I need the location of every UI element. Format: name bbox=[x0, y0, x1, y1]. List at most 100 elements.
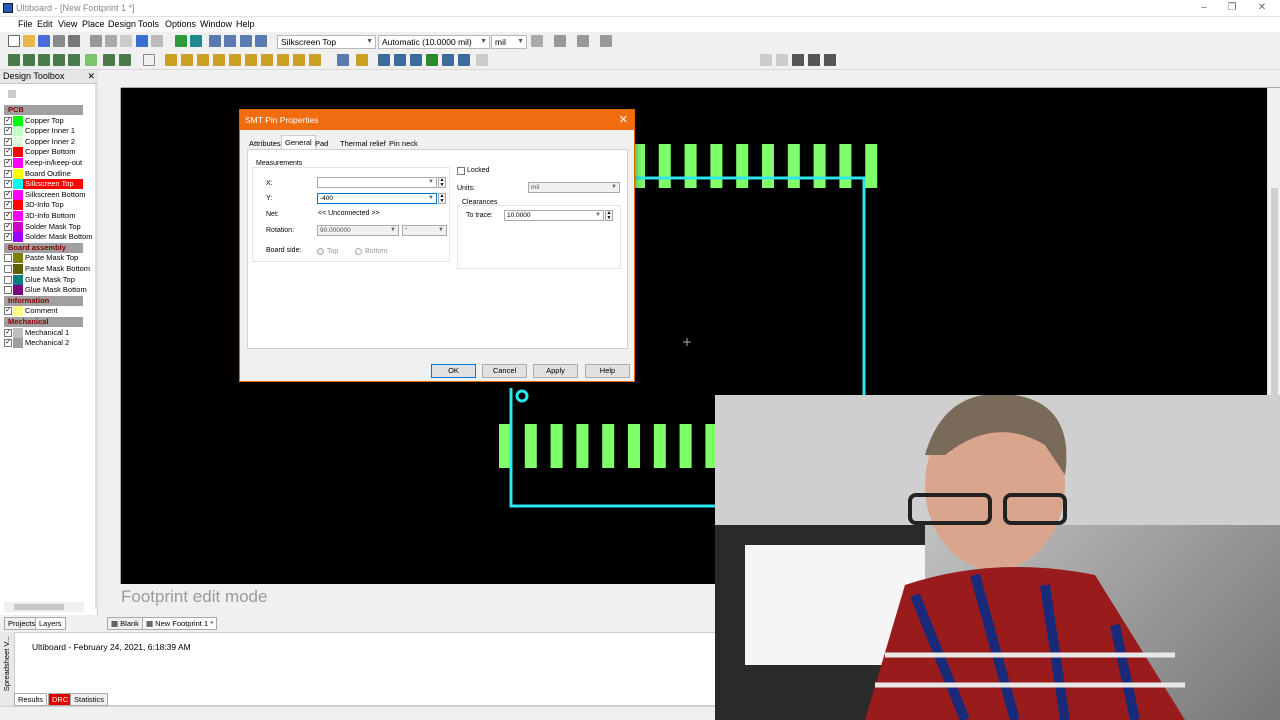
layer-checkbox[interactable] bbox=[4, 254, 12, 263]
grid-select[interactable]: Automatic (10.0000 mil) ▼ bbox=[378, 35, 490, 49]
zoom-in-icon[interactable] bbox=[209, 35, 221, 47]
layer-checkbox[interactable] bbox=[4, 286, 12, 295]
y-spinner[interactable]: ▲ ▼ bbox=[438, 193, 446, 204]
layer-checkbox[interactable]: ✓ bbox=[4, 159, 12, 167]
layer-row[interactable]: Paste Mask Bottom bbox=[4, 264, 90, 274]
cancel-button[interactable]: Cancel bbox=[482, 364, 527, 378]
toolbox-hscroll[interactable] bbox=[4, 602, 84, 612]
align-icon[interactable] bbox=[824, 54, 836, 66]
close-icon[interactable]: ✕ bbox=[619, 113, 628, 126]
layer-checkbox[interactable]: ✓ bbox=[4, 222, 12, 231]
layer-row[interactable]: ✓ Copper Inner 1 bbox=[4, 126, 83, 137]
copy-icon[interactable] bbox=[105, 35, 117, 47]
draw-icon[interactable] bbox=[229, 54, 241, 66]
save-icon[interactable] bbox=[38, 35, 50, 47]
layer-checkbox[interactable]: ✓ bbox=[4, 328, 12, 337]
draw-icon[interactable] bbox=[181, 54, 193, 66]
redo-icon[interactable] bbox=[151, 35, 163, 47]
toolbox-scrollbar[interactable] bbox=[95, 84, 98, 609]
tab-statistics[interactable]: Statistics bbox=[70, 693, 109, 706]
menu-place[interactable]: Place bbox=[80, 19, 107, 29]
rectangle-icon[interactable] bbox=[143, 54, 155, 66]
menu-tools[interactable]: Tools bbox=[136, 19, 161, 29]
layer-checkbox[interactable]: ✓ bbox=[4, 201, 12, 210]
menu-help[interactable]: Help bbox=[234, 19, 257, 29]
rotation-field[interactable]: 90.000000 ▼ bbox=[317, 225, 399, 236]
align-icon[interactable] bbox=[792, 54, 804, 66]
fill-icon[interactable] bbox=[554, 35, 566, 47]
tab-drc[interactable]: DRC bbox=[48, 693, 73, 706]
layer-row[interactable]: ✓ Board Outline bbox=[4, 168, 83, 179]
zoom-selection-icon[interactable] bbox=[255, 35, 267, 47]
tab-new-footprint[interactable]: ▦ New Footprint 1 * bbox=[142, 617, 218, 630]
menu-options[interactable]: Options bbox=[163, 19, 198, 29]
layer-row[interactable]: ✓ Keep-in/keep-out bbox=[4, 158, 83, 168]
side-bottom-radio[interactable] bbox=[355, 248, 362, 255]
draw-icon[interactable] bbox=[197, 54, 209, 66]
draw-icon[interactable] bbox=[356, 54, 368, 66]
draw-icon[interactable] bbox=[293, 54, 305, 66]
line-style-icon[interactable] bbox=[577, 35, 589, 47]
select-filter-icon[interactable] bbox=[8, 54, 20, 66]
select-filter-icon[interactable] bbox=[119, 54, 131, 66]
units-select[interactable]: mil ▼ bbox=[528, 182, 620, 193]
tab-blank[interactable]: ▦ Blank bbox=[107, 617, 143, 630]
menu-file[interactable]: File bbox=[16, 19, 35, 29]
menu-design[interactable]: Design bbox=[106, 19, 138, 29]
layer-checkbox[interactable]: ✓ bbox=[4, 148, 12, 157]
dimension-icon[interactable] bbox=[442, 54, 454, 66]
layer-row[interactable]: ✓ Copper Top bbox=[4, 115, 83, 126]
scroll-thumb[interactable] bbox=[14, 604, 64, 610]
layer-row[interactable]: ✓ Comment bbox=[4, 306, 83, 317]
layer-select[interactable]: Silkscreen Top ▼ bbox=[277, 35, 376, 49]
cut-icon[interactable] bbox=[90, 35, 102, 47]
layer-checkbox[interactable]: ✓ bbox=[4, 169, 12, 178]
tab-projects[interactable]: Projects bbox=[4, 617, 40, 630]
minimize-button[interactable]: – bbox=[1194, 2, 1214, 14]
layer-row[interactable]: Glue Mask Top bbox=[4, 274, 83, 285]
draw-icon[interactable] bbox=[245, 54, 257, 66]
undo-icon[interactable] bbox=[136, 35, 148, 47]
shape-icon[interactable] bbox=[337, 54, 349, 66]
tab-layers[interactable]: Layers bbox=[35, 617, 66, 630]
close-button[interactable]: ✕ bbox=[1252, 2, 1272, 14]
layer-row[interactable]: ✓ Solder Mask Top bbox=[4, 221, 83, 232]
layer-checkbox[interactable]: ✓ bbox=[4, 212, 12, 220]
y-field[interactable]: -400 ▼ bbox=[317, 193, 437, 204]
draw-icon[interactable] bbox=[261, 54, 273, 66]
align-icon[interactable] bbox=[760, 54, 772, 66]
dimension-icon[interactable] bbox=[378, 54, 390, 66]
menu-window[interactable]: Window bbox=[198, 19, 234, 29]
tab-results[interactable]: Results bbox=[14, 693, 48, 706]
select-filter-icon[interactable] bbox=[103, 54, 115, 66]
layer-row[interactable]: ✓ Silkscreen Top bbox=[4, 179, 83, 190]
layer-checkbox[interactable]: ✓ bbox=[4, 190, 12, 199]
to-trace-spinner[interactable]: ▲ ▼ bbox=[605, 210, 613, 221]
layer-row[interactable]: ✓ Silkscreen Bottom bbox=[4, 189, 85, 200]
layer-row[interactable]: ✓ 3D-Info Top bbox=[4, 200, 83, 211]
layer-row[interactable]: ✓ Solder Mask Bottom bbox=[4, 232, 93, 243]
locked-checkbox[interactable] bbox=[457, 167, 465, 175]
dimension-icon[interactable] bbox=[476, 54, 488, 66]
layer-checkbox[interactable]: ✓ bbox=[4, 137, 12, 146]
layer-checkbox[interactable]: ✓ bbox=[4, 127, 12, 136]
units-select[interactable]: mil ▼ bbox=[491, 35, 527, 49]
layer-checkbox[interactable]: ✓ bbox=[4, 116, 12, 125]
dimension-icon[interactable] bbox=[410, 54, 422, 66]
layer-checkbox[interactable]: ✓ bbox=[4, 339, 12, 348]
close-icon[interactable]: ✕ bbox=[87, 70, 95, 83]
select-filter-icon[interactable] bbox=[68, 54, 80, 66]
x-spinner[interactable]: ▲ ▼ bbox=[438, 177, 446, 188]
line-width-icon[interactable] bbox=[600, 35, 612, 47]
layer-checkbox[interactable]: ✓ bbox=[4, 180, 12, 189]
draw-icon[interactable] bbox=[213, 54, 225, 66]
dimension-icon[interactable] bbox=[458, 54, 470, 66]
layer-row[interactable]: ✓ Mechanical 2 bbox=[4, 338, 83, 349]
side-top-radio[interactable] bbox=[317, 248, 324, 255]
refresh-icon[interactable] bbox=[175, 35, 187, 47]
layer-row[interactable]: Paste Mask Top bbox=[4, 253, 83, 264]
to-trace-field[interactable]: 10.0000 ▼ bbox=[504, 210, 604, 221]
draw-icon[interactable] bbox=[277, 54, 289, 66]
draw-icon[interactable] bbox=[309, 54, 321, 66]
print-icon[interactable] bbox=[68, 35, 80, 47]
